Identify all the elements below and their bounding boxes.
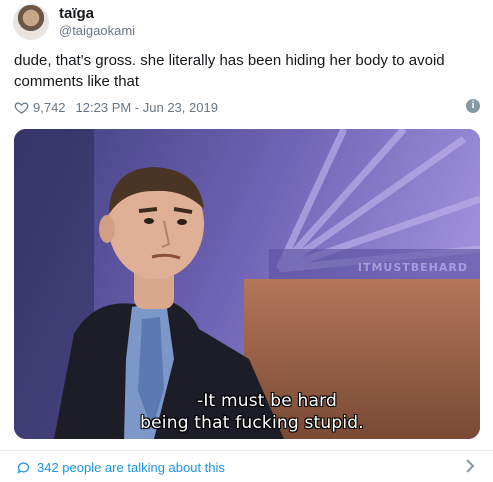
people-talking-link[interactable]: 342 people are talking about this [16, 457, 476, 477]
caption-line-2: being that fucking stupid. [140, 413, 364, 433]
chevron-right-icon[interactable] [464, 458, 476, 474]
display-name[interactable]: taïga [59, 5, 135, 23]
tweet-media-image[interactable]: ITMUSTBEHARD -It must be hard being that… [14, 129, 480, 439]
tweet-card: taïga @taigaokami dude, that's gross. sh… [0, 0, 493, 482]
info-icon[interactable]: i [466, 99, 480, 113]
tweet-header: taïga @taigaokami [13, 2, 135, 42]
author-names: taïga @taigaokami [59, 5, 135, 39]
people-talking-text[interactable]: 342 people are talking about this [37, 460, 225, 475]
like-count[interactable]: 9,742 [33, 100, 66, 115]
caption-line-1: -It must be hard [196, 391, 337, 411]
tweet-text: dude, that's gross. she literally has be… [14, 52, 445, 90]
watermark-text: ITMUSTBEHARD [357, 261, 468, 274]
tweet-meta: 9,742 12:23 PM - Jun 23, 2019 i [14, 98, 480, 116]
tweet-timestamp[interactable]: 12:23 PM - Jun 23, 2019 [76, 100, 218, 115]
heart-outline-icon[interactable] [14, 100, 29, 115]
avatar[interactable] [13, 4, 49, 40]
speech-bubble-icon [17, 462, 30, 474]
user-handle[interactable]: @taigaokami [59, 23, 135, 39]
footer-divider [0, 450, 493, 451]
